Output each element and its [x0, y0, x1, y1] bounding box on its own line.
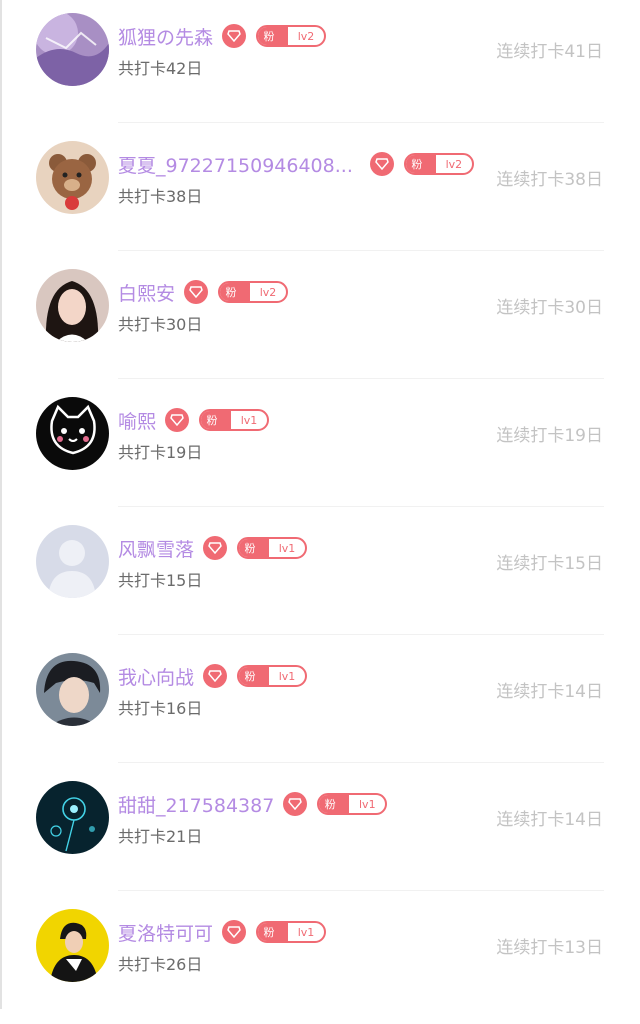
consecutive-check-in-days: 连续打卡13日	[496, 938, 603, 958]
list-item[interactable]: 夏洛特可可 粉 lv1 共打卡26日 连续打卡13日	[0, 896, 640, 1024]
list-item[interactable]: 狐狸の先森 粉 lv2 共打卡42日 连续打卡41日	[0, 0, 640, 128]
list-item[interactable]: 我心向战 粉 lv1 共打卡16日 连续打卡14日	[0, 640, 640, 768]
fan-level-badge: 粉 lv1	[237, 537, 308, 559]
fan-label: 粉	[319, 795, 350, 813]
diamond-icon	[222, 24, 247, 48]
fan-level-badge: 粉 lv2	[403, 153, 474, 175]
username[interactable]: 夏夏_97227150946408...	[118, 151, 353, 178]
avatar[interactable]	[36, 781, 109, 854]
row-divider	[118, 890, 604, 891]
list-item[interactable]: 甜甜_217584387 粉 lv1 共打卡21日 连续打卡14日	[0, 768, 640, 896]
list-item[interactable]: 喻熙 粉 lv1 共打卡19日 连续打卡19日	[0, 384, 640, 512]
total-check-in-days: 共打卡42日	[118, 59, 203, 78]
fan-label: 粉	[405, 155, 436, 173]
total-check-in-days: 共打卡19日	[118, 443, 203, 462]
total-check-in-days: 共打卡26日	[118, 955, 203, 974]
level-label: lv1	[240, 413, 258, 427]
diamond-icon	[369, 152, 394, 176]
consecutive-check-in-days: 连续打卡14日	[496, 810, 603, 830]
avatar[interactable]	[36, 141, 109, 214]
level-label: lv2	[445, 157, 463, 171]
level-label: lv2	[259, 285, 277, 299]
row-divider	[118, 762, 604, 763]
level-label: lv1	[297, 925, 315, 939]
total-check-in-days: 共打卡16日	[118, 699, 203, 718]
fan-label: 粉	[220, 283, 251, 301]
row-divider	[118, 634, 604, 635]
level-label: lv1	[359, 797, 376, 811]
consecutive-check-in-days: 连续打卡14日	[496, 682, 603, 702]
consecutive-check-in-days: 连续打卡30日	[496, 298, 603, 318]
diamond-icon	[203, 536, 228, 560]
diamond-icon	[203, 664, 228, 688]
avatar[interactable]	[36, 909, 109, 982]
row-divider	[118, 250, 604, 251]
fan-level-badge: 粉 lv1	[237, 665, 308, 687]
list-item[interactable]: 夏夏_97227150946408... 粉 lv2 共打卡38日 连续打卡38日	[0, 128, 640, 256]
username[interactable]: 甜甜_217584387	[118, 791, 274, 818]
username[interactable]: 白熙安	[118, 279, 175, 306]
fan-label: 粉	[201, 411, 232, 429]
level-label: lv1	[278, 541, 296, 555]
fan-level-badge: 粉 lv2	[218, 281, 289, 303]
avatar[interactable]	[36, 525, 109, 598]
level-label: lv1	[278, 669, 296, 683]
list-item[interactable]: 白熙安 粉 lv2 共打卡30日 连续打卡30日	[0, 256, 640, 384]
fan-label: 粉	[239, 539, 270, 557]
avatar[interactable]	[36, 397, 109, 470]
level-label: lv2	[297, 29, 315, 43]
total-check-in-days: 共打卡15日	[118, 571, 203, 590]
total-check-in-days: 共打卡30日	[118, 315, 203, 334]
total-check-in-days: 共打卡38日	[118, 187, 203, 206]
username[interactable]: 狐狸の先森	[118, 23, 213, 50]
diamond-icon	[222, 920, 247, 944]
fan-label: 粉	[258, 923, 289, 941]
row-divider	[118, 122, 604, 123]
diamond-icon	[283, 792, 308, 816]
row-divider	[118, 506, 604, 507]
username[interactable]: 喻熙	[118, 407, 156, 434]
avatar[interactable]	[36, 269, 109, 342]
total-check-in-days: 共打卡21日	[118, 827, 203, 846]
fan-level-badge: 粉 lv1	[317, 793, 388, 815]
consecutive-check-in-days: 连续打卡19日	[496, 426, 603, 446]
consecutive-check-in-days: 连续打卡15日	[496, 554, 603, 574]
fan-level-badge: 粉 lv1	[199, 409, 270, 431]
fan-label: 粉	[258, 27, 289, 45]
row-divider	[118, 378, 604, 379]
diamond-icon	[184, 280, 209, 304]
consecutive-check-in-days: 连续打卡41日	[496, 42, 603, 62]
username[interactable]: 我心向战	[118, 663, 194, 690]
consecutive-check-in-days: 连续打卡38日	[496, 170, 603, 190]
list-item[interactable]: 风飘雪落 粉 lv1 共打卡15日 连续打卡15日	[0, 512, 640, 640]
username[interactable]: 风飘雪落	[118, 535, 194, 562]
fan-level-badge: 粉 lv2	[256, 25, 327, 47]
avatar[interactable]	[36, 653, 109, 726]
avatar[interactable]	[36, 13, 109, 86]
username[interactable]: 夏洛特可可	[118, 919, 213, 946]
check-in-ranking-list: 狐狸の先森 粉 lv2 共打卡42日 连续打卡41日 夏夏_97227150946…	[0, 0, 640, 1024]
fan-level-badge: 粉 lv1	[256, 921, 327, 943]
diamond-icon	[165, 408, 190, 432]
fan-label: 粉	[239, 667, 270, 685]
